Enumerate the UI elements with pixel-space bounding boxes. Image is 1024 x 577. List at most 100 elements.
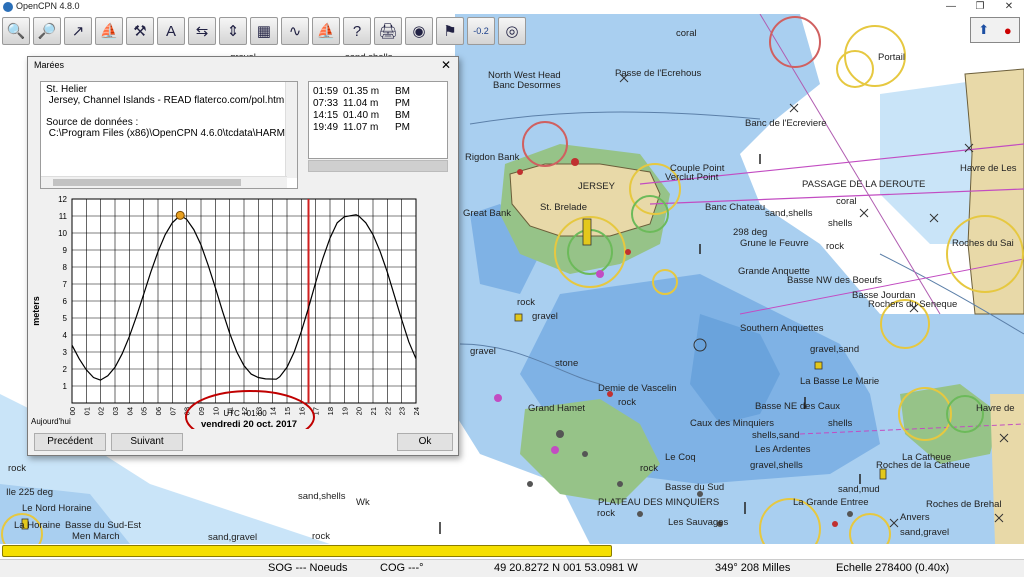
- station-info-box[interactable]: St. Helier Jersey, Channel Islands - REA…: [40, 81, 298, 189]
- map-label: 298 deg: [733, 227, 768, 238]
- current-tide-marker: [175, 210, 185, 220]
- map-label: Passe de l'Ecrehous: [615, 68, 702, 79]
- map-label: Southern Anquettes: [740, 323, 824, 334]
- track-button[interactable]: ∿: [281, 17, 309, 45]
- map-label: sand,shells: [765, 208, 813, 219]
- map-label: Anvers: [900, 512, 930, 523]
- map-label: Rochers du Seneque: [868, 299, 958, 310]
- minimize-button[interactable]: —: [937, 0, 965, 14]
- y-tick-label: 4: [63, 331, 68, 340]
- y-tick-label: 6: [63, 297, 68, 306]
- y-tick-label: 5: [63, 314, 68, 323]
- map-label: gravel,sand: [810, 344, 860, 355]
- auto-follow-button[interactable]: ⛵: [95, 17, 123, 45]
- scale-button[interactable]: ⇕: [219, 17, 247, 45]
- station-line: St. Helier: [46, 84, 88, 95]
- route-manager-button[interactable]: ▦: [250, 17, 278, 45]
- x-tick-label: 15: [283, 407, 292, 415]
- tide-times-scrollbar[interactable]: [308, 160, 448, 172]
- tide-times-list[interactable]: 01:59 01.35 m BM 07:33 11.04 m PM 14:15 01.40 m…: [308, 81, 448, 159]
- x-tick-label: 16: [297, 407, 306, 415]
- zoom-out-button[interactable]: 🔎: [33, 17, 61, 45]
- x-tick-label: 21: [369, 407, 378, 415]
- map-label: Couple Point: [670, 163, 725, 174]
- zoom-in-button[interactable]: 🔍: [2, 17, 30, 45]
- ok-button[interactable]: Ok: [397, 433, 453, 451]
- print-button[interactable]: 🖨: [374, 17, 402, 45]
- compass-widget[interactable]: ⬆ ●: [970, 17, 1020, 43]
- sog-readout: SOG --- Noeuds: [268, 562, 348, 574]
- utc-label: UTC +01:00: [223, 409, 267, 418]
- quilt-icon: ⇆: [195, 23, 209, 40]
- y-tick-label: 12: [58, 195, 67, 204]
- currents-icon: ⚑: [443, 23, 457, 40]
- y-tick-labels: 123456789101112: [58, 195, 67, 391]
- map-label: shells,sand: [752, 430, 800, 441]
- station-line: Jersey, Channel Islands - READ flaterco.…: [46, 95, 285, 106]
- help-button[interactable]: ?: [343, 17, 371, 45]
- tide-time-row[interactable]: 07:33 11.04 m PM: [313, 98, 447, 110]
- map-label: JERSEY: [578, 181, 615, 192]
- map-label: coral: [676, 28, 697, 39]
- currents-button[interactable]: ⚑: [436, 17, 464, 45]
- tide-time-row[interactable]: 19:49 11.07 m PM: [313, 122, 447, 134]
- map-label: sand,mud: [838, 484, 880, 495]
- tides-button[interactable]: -0.2: [467, 17, 495, 45]
- map-label: Demie de Vascelin: [598, 383, 677, 394]
- map-label: gravel: [532, 311, 558, 322]
- maximize-button[interactable]: ❐: [966, 0, 994, 14]
- next-button[interactable]: Suivant: [111, 433, 183, 451]
- app-icon: [3, 2, 13, 12]
- tide-time-row[interactable]: 14:15 01.40 m BM: [313, 110, 447, 122]
- track-icon: ∿: [288, 23, 302, 40]
- tide-height: 11.07 m: [343, 122, 379, 133]
- zoom-out-icon: 🔎: [37, 23, 57, 40]
- vertical-scrollbar[interactable]: [285, 82, 297, 178]
- close-window-button[interactable]: ✕: [995, 0, 1023, 14]
- tide-height: 11.04 m: [343, 98, 379, 109]
- map-label: La Horaine: [14, 520, 61, 531]
- text-icon: A: [165, 22, 176, 40]
- auto-follow-icon: ⛵: [99, 23, 119, 40]
- x-tick-label: 10: [211, 407, 220, 415]
- quilt-button[interactable]: ⇆: [188, 17, 216, 45]
- map-label: sand,shells: [298, 491, 346, 502]
- x-tick-label: 09: [197, 407, 206, 415]
- map-label: Rigdon Bank: [465, 152, 520, 163]
- map-label: stone: [555, 358, 579, 369]
- gps-status-icon: ●: [1003, 22, 1012, 38]
- map-label: PLATEAU DES MINQUIERS: [598, 497, 720, 508]
- map-label: Banc Chateau: [705, 202, 766, 213]
- map-label: rock: [312, 531, 330, 542]
- tide-time: 01:59: [313, 86, 339, 97]
- tide-time-row[interactable]: 01:59 01.35 m BM: [313, 86, 447, 98]
- settings-button[interactable]: ⚒: [126, 17, 154, 45]
- route-icon: ↗: [71, 23, 85, 40]
- map-label: Grand Hamet: [528, 403, 586, 414]
- tide-type: PM: [395, 98, 410, 109]
- map-label: Le Coq: [665, 452, 696, 463]
- map-label: Havre de Les: [960, 163, 1017, 174]
- map-label: Basse du Sud: [665, 482, 725, 493]
- layers-button[interactable]: ◉: [405, 17, 433, 45]
- map-label: Les Ardentes: [755, 444, 811, 455]
- close-icon[interactable]: ✕: [439, 58, 453, 72]
- ais-button[interactable]: ⛵: [312, 17, 340, 45]
- horizontal-scrollbar[interactable]: [41, 176, 287, 188]
- map-label: Basse NE des Caux: [755, 401, 841, 412]
- map-label: La Grande Entree: [793, 497, 869, 508]
- previous-button[interactable]: Precédent: [34, 433, 106, 451]
- scrollbar-thumb[interactable]: [53, 179, 241, 186]
- text-button[interactable]: A: [157, 17, 185, 45]
- route-button[interactable]: ↗: [64, 17, 92, 45]
- map-label: La Basse Le Marie: [800, 376, 880, 387]
- mob-button[interactable]: ◎: [498, 17, 526, 45]
- help-icon: ?: [352, 22, 362, 40]
- y-tick-label: 3: [63, 348, 68, 357]
- map-label: Great Bank: [463, 208, 512, 219]
- map-label: rock: [517, 297, 535, 308]
- x-tick-label: 20: [355, 407, 364, 415]
- x-tick-label: 01: [82, 407, 91, 415]
- tides-dialog: Marées ✕ St. Helier Jersey, Channel Isla…: [27, 56, 459, 456]
- scale-icon: ⇕: [226, 23, 240, 40]
